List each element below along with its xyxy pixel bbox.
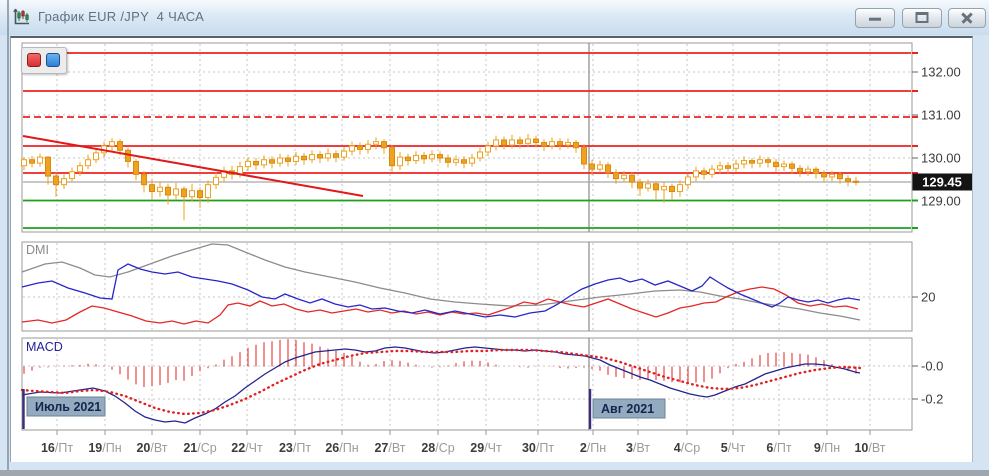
chart-icon [13, 8, 29, 25]
desktop-strip [0, 470, 989, 476]
svg-text:130.00: 130.00 [921, 151, 961, 166]
restore-icon [915, 11, 929, 23]
svg-text:131.00: 131.00 [921, 108, 961, 123]
svg-text:28/Ср: 28/Ср [421, 441, 454, 455]
chart-window: График EUR /JPY 4 ЧАСА DMI MACD Июль 2021 А… [0, 0, 989, 470]
svg-text:4/Ср: 4/Ср [674, 441, 700, 455]
maximize-button[interactable] [902, 8, 942, 28]
blue-marker-button[interactable] [46, 53, 60, 67]
svg-text:30/Пт: 30/Пт [522, 441, 554, 455]
svg-text:23/Пт: 23/Пт [279, 441, 311, 455]
svg-text:129.00: 129.00 [921, 194, 961, 209]
window-title: График EUR /JPY 4 ЧАСА [38, 9, 205, 24]
svg-text:5/Чт: 5/Чт [721, 441, 746, 455]
marker-toolbar [21, 47, 67, 74]
dmi-label: DMI [26, 243, 49, 257]
svg-text:-0.2: -0.2 [921, 392, 943, 407]
svg-text:132.00: 132.00 [921, 65, 961, 80]
svg-text:2/Пн: 2/Пн [580, 441, 606, 455]
minimize-icon [869, 17, 881, 21]
svg-text:26/Пн: 26/Пн [325, 441, 358, 455]
mdi-edge-line [7, 0, 9, 470]
title-bar[interactable]: График EUR /JPY 4 ЧАСА [0, 0, 989, 35]
macd-label: MACD [26, 340, 63, 354]
svg-text:-0.0: -0.0 [921, 359, 943, 374]
svg-text:21/Ср: 21/Ср [183, 441, 216, 455]
svg-text:9/Пн: 9/Пн [814, 441, 840, 455]
svg-text:16/Пт: 16/Пт [41, 441, 73, 455]
current-price-badge: 129.45 [912, 173, 973, 191]
svg-text:10/Вт: 10/Вт [854, 441, 885, 455]
svg-text:129.45: 129.45 [922, 175, 962, 190]
red-marker-button[interactable] [27, 53, 41, 67]
svg-text:3/Вт: 3/Вт [626, 441, 650, 455]
svg-text:20: 20 [921, 290, 935, 305]
svg-text:Июль 2021: Июль 2021 [35, 400, 101, 414]
svg-text:Авг 2021: Авг 2021 [601, 402, 654, 416]
svg-text:22/Чт: 22/Чт [231, 441, 263, 455]
svg-text:6/Пт: 6/Пт [766, 441, 791, 455]
svg-text:19/Пн: 19/Пн [88, 441, 121, 455]
svg-text:20/Вт: 20/Вт [136, 441, 167, 455]
chart-client-area: DMI MACD Июль 2021 Авг 2021 132.00 131.00 130.… [10, 36, 973, 462]
minimize-button[interactable] [855, 8, 895, 28]
close-button[interactable] [948, 8, 986, 28]
screen: График EUR /JPY 4 ЧАСА DMI MACD Июль 2021 А… [0, 0, 989, 476]
chart-svg[interactable]: DMI MACD Июль 2021 Авг 2021 132.00 131.00 130.… [11, 38, 973, 462]
svg-text:29/Чт: 29/Чт [470, 441, 502, 455]
svg-text:27/Вт: 27/Вт [374, 441, 405, 455]
